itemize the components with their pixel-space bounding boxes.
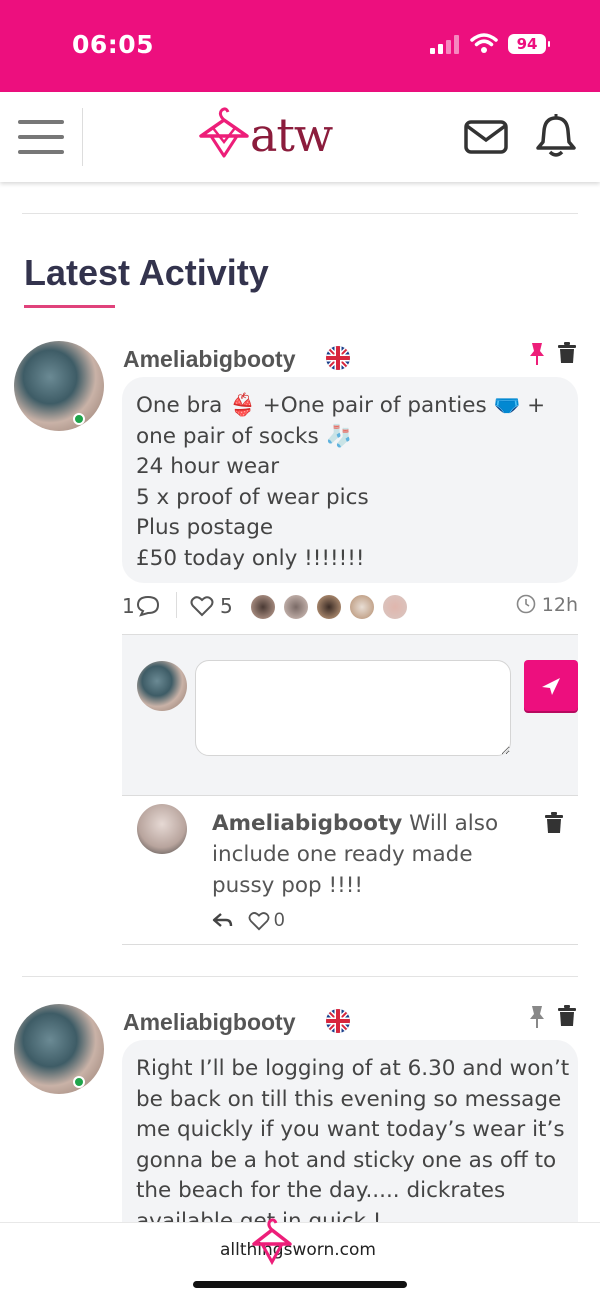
- post-username[interactable]: Ameliabigbooty: [123, 1009, 296, 1036]
- page-title: Latest Activity: [24, 252, 269, 293]
- post-time: 12h: [516, 594, 578, 616]
- comment-like-count: 0: [274, 910, 285, 931]
- notification-bell-icon[interactable]: [535, 114, 577, 158]
- post-username[interactable]: Ameliabigbooty: [123, 346, 296, 373]
- cellular-signal-icon: [430, 34, 460, 54]
- comment-username[interactable]: Ameliabigbooty: [212, 811, 402, 836]
- home-indicator: [193, 1281, 407, 1288]
- footer-site-name[interactable]: allthingsworn.com: [220, 1240, 376, 1260]
- divider: [22, 213, 578, 214]
- bottom-bar: [0, 1222, 600, 1301]
- logo-text: atw: [250, 108, 333, 162]
- liker-avatar[interactable]: [250, 594, 276, 620]
- wifi-icon: [470, 33, 498, 53]
- liker-avatar[interactable]: [283, 594, 309, 620]
- post-line: £50 today only !!!!!!!: [136, 545, 365, 571]
- like-count: 5: [220, 594, 233, 618]
- post-body: Right I’ll be logging of at 6.30 and won…: [122, 1040, 578, 1240]
- post-body: One bra 👙 +One pair of panties 🩲 + one p…: [122, 377, 578, 583]
- avatar[interactable]: [14, 1004, 104, 1094]
- avatar[interactable]: [14, 341, 104, 431]
- comment-icon[interactable]: [136, 595, 160, 617]
- status-bar: 06:05 94: [0, 0, 600, 92]
- mail-icon[interactable]: [464, 120, 508, 154]
- battery-indicator: 94: [508, 34, 550, 54]
- status-time: 06:05: [72, 30, 155, 59]
- heart-icon[interactable]: [190, 595, 214, 617]
- online-status-dot: [73, 1076, 85, 1088]
- heart-icon[interactable]: [248, 911, 270, 931]
- uk-flag-icon: [326, 1009, 350, 1033]
- title-underline: [24, 305, 115, 308]
- uk-flag-icon: [326, 346, 350, 370]
- send-icon: [542, 678, 560, 695]
- online-status-dot: [73, 413, 85, 425]
- pin-icon[interactable]: [528, 342, 546, 366]
- post-line: the beach for the day..... dickrates: [136, 1178, 506, 1203]
- liker-avatar[interactable]: [349, 594, 375, 620]
- app-header: atw: [0, 92, 600, 182]
- divider: [122, 795, 578, 796]
- clock-icon: [516, 594, 536, 614]
- liker-avatar[interactable]: [316, 594, 342, 620]
- pin-icon[interactable]: [528, 1005, 546, 1029]
- site-logo[interactable]: atw: [196, 106, 366, 168]
- reply-avatar: [137, 661, 187, 711]
- comment-count: 1: [122, 594, 135, 618]
- comment-avatar[interactable]: [137, 804, 187, 854]
- liker-avatar[interactable]: [382, 594, 408, 620]
- post-time-text: 12h: [541, 594, 578, 616]
- hanger-logo-icon: [252, 1218, 292, 1266]
- divider: [22, 976, 578, 977]
- header-divider: [82, 108, 83, 166]
- menu-icon[interactable]: [18, 120, 64, 154]
- hanger-logo-icon: [199, 107, 249, 158]
- post-line: 24 hour wear: [136, 454, 280, 479]
- divider: [122, 944, 578, 945]
- reply-icon[interactable]: [212, 912, 234, 930]
- comment: Ameliabigbooty Will also include one rea…: [212, 808, 532, 901]
- post-line: me quickly if you want today’s wear it’s: [136, 1117, 565, 1142]
- post-line: One bra 👙 +One pair of panties 🩲 +: [136, 393, 546, 418]
- post-line: 5 x proof of wear pics: [136, 484, 369, 510]
- send-button[interactable]: [524, 660, 578, 711]
- reply-input[interactable]: [195, 660, 511, 756]
- post-line: Right I’ll be logging of at 6.30 and won…: [136, 1056, 570, 1081]
- post-line: gonna be a hot and sticky one as off to: [136, 1147, 557, 1173]
- stats-divider: [176, 592, 177, 618]
- delete-icon[interactable]: [557, 342, 577, 364]
- delete-comment-icon[interactable]: [544, 812, 564, 834]
- post-line: Plus postage: [136, 515, 274, 540]
- delete-icon[interactable]: [557, 1005, 577, 1027]
- post-stats: 1 5 12h: [122, 590, 578, 622]
- post-line: be back on till this evening so message: [136, 1086, 562, 1112]
- post-line: one pair of socks 🧦: [136, 423, 353, 449]
